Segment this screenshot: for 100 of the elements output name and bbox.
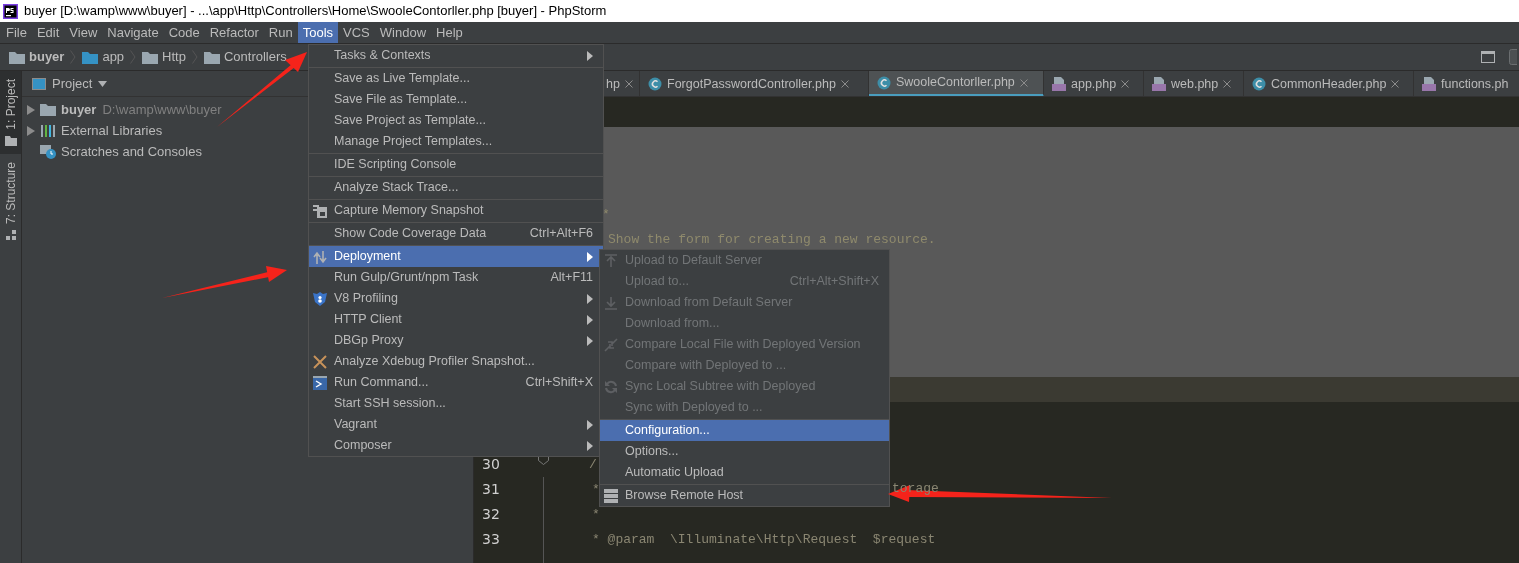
upload-icon (604, 253, 618, 268)
close-icon[interactable] (625, 80, 633, 88)
structure-icon (5, 229, 16, 240)
window-icon[interactable] (1481, 51, 1495, 63)
submenu-arrow-icon (587, 440, 593, 451)
tree-item[interactable]: buyer (61, 99, 97, 120)
cross-icon (313, 354, 327, 369)
php-file-icon (1152, 77, 1166, 91)
tree-item[interactable]: Scratches and Consoles (61, 141, 202, 162)
download-icon (604, 295, 618, 310)
compare-arrows-icon (604, 337, 618, 352)
menu-item[interactable]: Capture Memory Snapshot (309, 200, 603, 221)
memory-chip-icon (313, 203, 327, 218)
line-number: 33 (482, 530, 500, 549)
menu-item[interactable]: V8 Profiling (309, 288, 603, 309)
menu-item[interactable]: VCS (338, 22, 375, 43)
shield-icon (313, 291, 327, 306)
line-number: 30 (482, 455, 500, 474)
menu-item[interactable]: Save as Live Template... (309, 68, 603, 89)
menu-item[interactable]: Window (374, 22, 432, 43)
menu-item[interactable]: Deployment (309, 246, 603, 267)
breadcrumb-item[interactable]: Http (162, 47, 186, 67)
menu-item[interactable]: Tools (297, 22, 339, 43)
code-line: * @param \Illuminate\Http\Request $request (591, 530, 936, 549)
editor-tab[interactable]: web.php (1144, 71, 1244, 96)
server-icon (604, 488, 618, 503)
breadcrumb-item[interactable]: Controllers (223, 47, 287, 67)
menu-item[interactable]: Run Command... Ctrl+Shift+X (309, 372, 603, 393)
menu-item[interactable]: Configuration... (600, 420, 889, 441)
menu-item[interactable]: Composer (309, 435, 603, 456)
app-logo-icon (3, 3, 18, 19)
folder-icon (142, 50, 159, 64)
window-title: buyer [D:\wamp\www\buyer] - ...\app\Http\Controllers\Home\SwooleContorller.php [buyer] - PhpStorm (24, 2, 607, 21)
code-line: * (591, 480, 600, 499)
tree-item[interactable]: External Libraries (61, 120, 163, 141)
line-number: 31 (482, 480, 500, 499)
menu-item[interactable]: Help (431, 22, 468, 43)
menu-item[interactable]: DBGp Proxy (309, 330, 603, 351)
breadcrumb-item[interactable]: buyer (29, 47, 65, 67)
menu-item[interactable]: Vagrant (309, 414, 603, 435)
panel-title[interactable]: Project (52, 73, 93, 94)
submenu-arrow-icon (587, 419, 593, 430)
menu-item[interactable]: Browse Remote Host (600, 485, 889, 506)
php-file-icon (1422, 77, 1436, 91)
close-icon[interactable] (1121, 80, 1130, 88)
code-line: / (589, 455, 597, 474)
php-file-icon (1052, 77, 1066, 91)
code-line: * (591, 505, 600, 524)
menu-item[interactable]: Run Gulp/Grunt/npm Task Alt+F11 (309, 267, 603, 288)
breadcrumb-item[interactable]: app (102, 47, 125, 67)
menu-item[interactable]: Automatic Upload (600, 462, 889, 483)
close-icon[interactable] (1019, 78, 1028, 87)
shortcut: Alt+F11 (550, 269, 593, 287)
menu-item[interactable]: Save File as Template... (309, 89, 603, 110)
code-line: * (601, 205, 610, 224)
window-icon (32, 77, 46, 90)
tree-item-path: D:\wamp\www\buyer (102, 100, 222, 119)
close-icon[interactable] (840, 80, 849, 88)
class-icon (877, 75, 891, 90)
editor-tab[interactable]: SwooleContorller.php (869, 71, 1044, 96)
menu-item[interactable]: Analyze Xdebug Profiler Snapshot... (309, 351, 603, 372)
menu-item[interactable]: HTTP Client (309, 309, 603, 330)
menu-item[interactable]: Show Code Coverage Data Ctrl+Alt+F6 (309, 223, 603, 244)
menu-item[interactable]: Tasks & Contexts (309, 45, 603, 66)
close-icon[interactable] (1223, 80, 1232, 88)
menu-item[interactable]: Analyze Stack Trace... (309, 177, 603, 198)
submenu-arrow-icon (587, 50, 593, 61)
dropdown-arrow-icon[interactable] (98, 80, 108, 87)
menu-item[interactable]: Navigate (102, 22, 164, 43)
tool-window-tab[interactable]: 1: Project (0, 71, 21, 154)
expand-arrow-icon[interactable] (27, 125, 35, 136)
line-number: 32 (482, 505, 500, 524)
submenu-arrow-icon (587, 314, 593, 325)
menu-item[interactable]: Options... (600, 441, 889, 462)
menu-item[interactable]: Refactor (204, 22, 264, 43)
folder-icon (4, 135, 17, 146)
class-icon (648, 77, 662, 91)
close-icon[interactable] (1391, 80, 1400, 88)
shortcut: Ctrl+Alt+F6 (529, 225, 593, 243)
submenu-arrow-icon (587, 335, 593, 346)
menu-item[interactable]: File (1, 22, 32, 43)
expand-arrow-icon[interactable] (27, 104, 35, 115)
menu-item[interactable]: Start SSH session... (309, 393, 603, 414)
menu-item[interactable]: Manage Project Templates... (309, 131, 603, 152)
editor-tab[interactable]: CommonHeader.php (1244, 71, 1414, 96)
tool-window-tab[interactable]: 7: Structure (0, 153, 21, 248)
libraries-icon (40, 124, 56, 137)
folder-icon (40, 103, 56, 116)
menu-item[interactable]: Edit (31, 22, 65, 43)
menu-item[interactable]: Code (163, 22, 205, 43)
terminal-icon (313, 375, 327, 390)
menu-item[interactable]: View (64, 22, 103, 43)
editor-tab[interactable]: app.php (1044, 71, 1144, 96)
editor-tab[interactable]: functions.ph (1414, 71, 1519, 96)
shortcut: Ctrl+Shift+X (525, 374, 593, 392)
up-down-arrows-icon (313, 249, 327, 264)
menu-item[interactable]: Run (263, 22, 298, 43)
menu-item[interactable]: Save Project as Template... (309, 110, 603, 131)
menu-item[interactable]: IDE Scripting Console (309, 154, 603, 175)
sync-icon (604, 379, 618, 394)
